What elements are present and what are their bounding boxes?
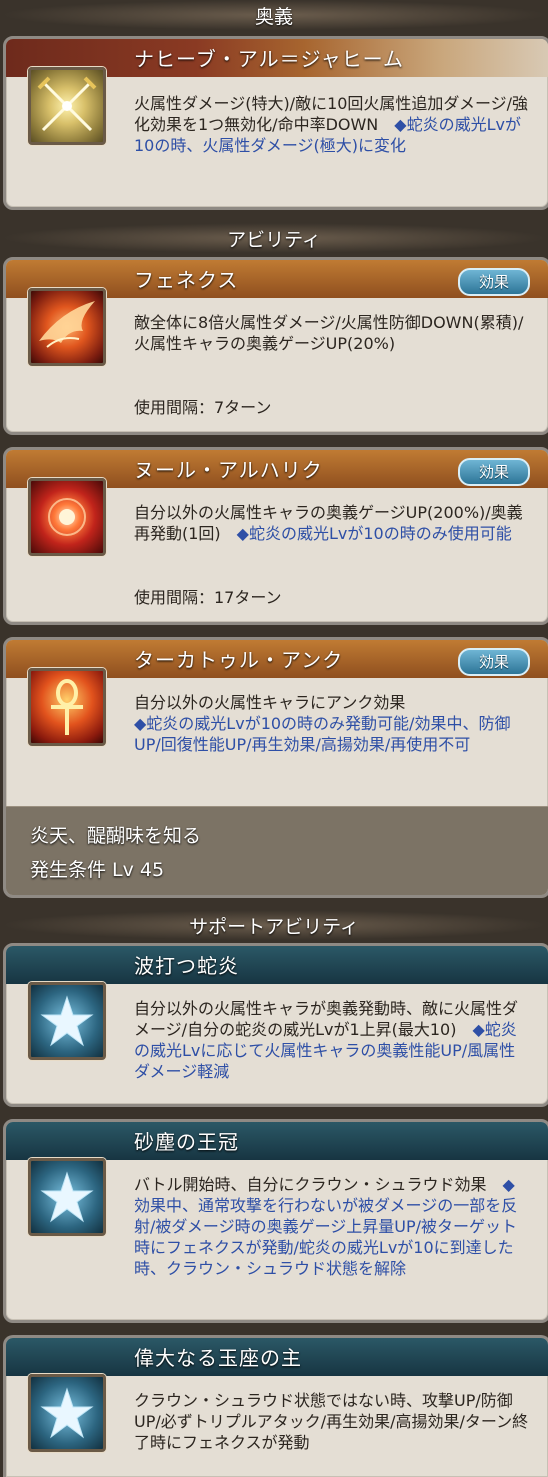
ougi-card[interactable]: ナヒーブ・アル＝ジャヒーム 火属性ダメージ(特大)/敵に10回火属性追加ダメージ… — [3, 36, 548, 210]
support-2-title-bar — [6, 1122, 548, 1160]
ability-3-desc-condition: ◆蛇炎の威光Lvが10の時のみ発動可能/効果中、防御UP/回復性能UP/再生効果… — [134, 714, 511, 754]
section-header-ougi: 奥義 — [0, 0, 548, 30]
crossed-swords-icon — [28, 67, 106, 145]
section-header-ability: アビリティ — [0, 223, 548, 253]
ability-2-effect-button[interactable]: 効果 — [458, 458, 530, 486]
ability-3-upgrade-name: 炎天、醍醐味を知る — [30, 825, 202, 847]
support-2-description: バトル開始時、自分にクラウン・シュラウド効果 ◆効果中、通常攻撃を行わないが被ダ… — [134, 1174, 530, 1279]
support-3-name: 偉大なる玉座の主 — [134, 1346, 302, 1370]
fire-orb-icon — [28, 478, 106, 556]
ability-2-description: 自分以外の火属性キャラの奥義ゲージUP(200%)/奥義再発動(1回) ◆蛇炎の… — [134, 502, 530, 544]
star-icon — [28, 1158, 106, 1236]
phoenix-icon — [28, 288, 106, 366]
ability-2-name: ヌール・アルハリク — [134, 458, 323, 482]
ability-1-name: フェネクス — [134, 268, 239, 292]
support-1-description: 自分以外の火属性キャラが奥義発動時、敵に火属性ダメージ/自分の蛇炎の威光Lvが1… — [134, 998, 530, 1082]
ability-2-desc-condition: ◆蛇炎の威光Lvが10の時のみ使用可能 — [236, 524, 512, 543]
ability-3-desc-main: 自分以外の火属性キャラにアンク効果 — [134, 693, 406, 712]
support-2-desc-main: バトル開始時、自分にクラウン・シュラウド効果 — [134, 1175, 503, 1194]
ability-1-description: 敵全体に8倍火属性ダメージ/火属性防御DOWN(累積)/火属性キャラの奥義ゲージ… — [134, 312, 530, 354]
star-icon — [28, 1374, 106, 1452]
section-title-ability: アビリティ — [227, 228, 321, 251]
ability-3-upgrade-condition: 発生条件 Lv 45 — [30, 859, 165, 881]
ability-3-description: 自分以外の火属性キャラにアンク効果 ◆蛇炎の威光Lvが10の時のみ発動可能/効果中… — [134, 692, 530, 755]
ability-1-desc-main: 敵全体に8倍火属性ダメージ/火属性防御DOWN(累積)/火属性キャラの奥義ゲージ… — [134, 313, 524, 353]
ability-card-2[interactable]: ヌール・アルハリク 効果 自分以外の火属性キャラの奥義ゲージUP(200%)/奥… — [3, 447, 548, 625]
ability-card-1[interactable]: フェネクス 効果 敵全体に8倍火属性ダメージ/火属性防御DOWN(累積)/火属性… — [3, 257, 548, 435]
support-1-desc-main: 自分以外の火属性キャラが奥義発動時、敵に火属性ダメージ/自分の蛇炎の威光Lvが1… — [134, 999, 519, 1039]
ability-3-upgrade-panel: 炎天、醍醐味を知る 発生条件 Lv 45 — [6, 806, 548, 895]
section-header-support: サポートアビリティ — [0, 910, 548, 940]
section-title-support: サポートアビリティ — [189, 915, 359, 938]
ability-1-cooldown: 使用間隔：7ターン — [134, 398, 272, 417]
ability-1-effect-button[interactable]: 効果 — [458, 268, 530, 296]
support-card-1[interactable]: 波打つ蛇炎 自分以外の火属性キャラが奥義発動時、敵に火属性ダメージ/自分の蛇炎の… — [3, 943, 548, 1107]
support-1-title-bar — [6, 946, 548, 984]
ability-3-effect-button[interactable]: 効果 — [458, 648, 530, 676]
star-icon — [28, 982, 106, 1060]
support-card-2[interactable]: 砂塵の王冠 バトル開始時、自分にクラウン・シュラウド効果 ◆効果中、通常攻撃を行… — [3, 1119, 548, 1323]
section-title-ougi: 奥義 — [254, 5, 293, 28]
ability-2-cooldown: 使用間隔：17ターン — [134, 588, 282, 607]
support-card-3[interactable]: 偉大なる玉座の主 クラウン・シュラウド状態ではない時、攻撃UP/防御UP/必ずト… — [3, 1335, 548, 1477]
ability-card-3[interactable]: ターカトゥル・アンク 効果 自分以外の火属性キャラにアンク効果 ◆蛇炎の威光Lvが… — [3, 637, 548, 898]
ankh-icon — [28, 668, 106, 746]
support-1-name: 波打つ蛇炎 — [134, 954, 239, 978]
support-2-name: 砂塵の王冠 — [134, 1130, 239, 1154]
ability-3-name: ターカトゥル・アンク — [134, 648, 344, 672]
ougi-description: 火属性ダメージ(特大)/敵に10回火属性追加ダメージ/強化効果を1つ無効化/命中… — [134, 93, 530, 156]
ougi-name: ナヒーブ・アル＝ジャヒーム — [134, 47, 404, 71]
support-3-desc-main: クラウン・シュラウド状態ではない時、攻撃UP/防御UP/必ずトリプルアタック/再… — [134, 1391, 529, 1452]
support-3-description: クラウン・シュラウド状態ではない時、攻撃UP/防御UP/必ずトリプルアタック/再… — [134, 1390, 530, 1453]
